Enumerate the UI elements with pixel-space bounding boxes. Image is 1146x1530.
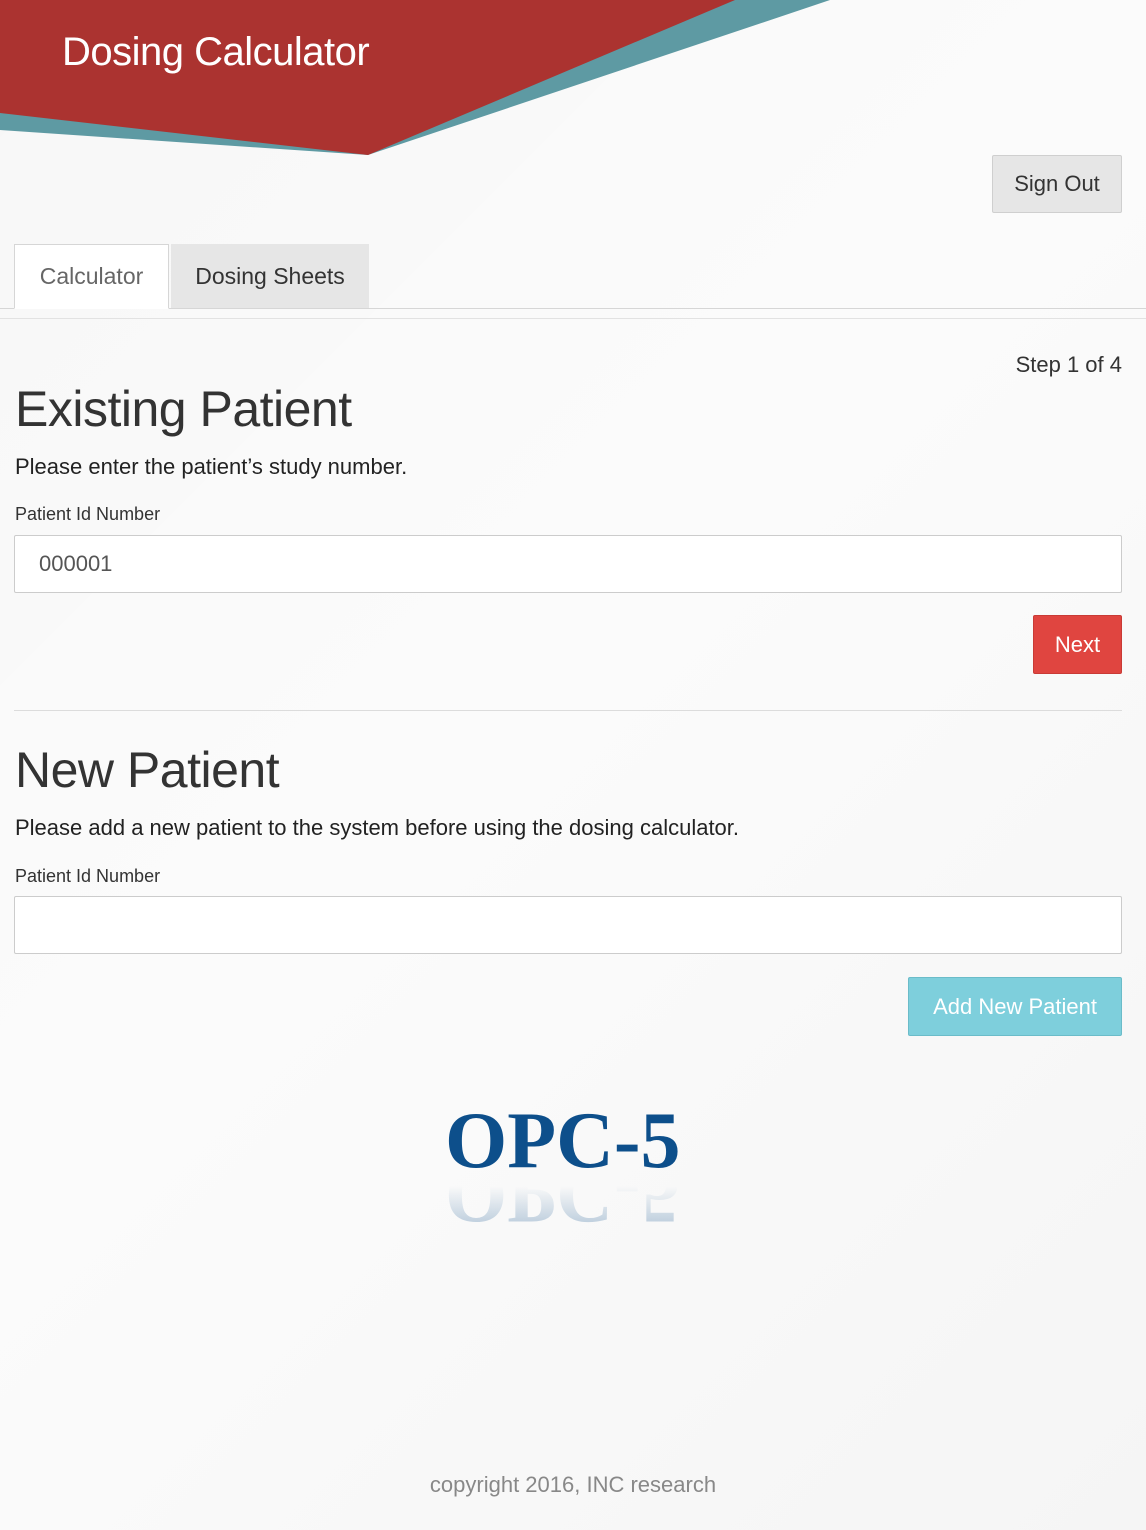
- existing-patient-id-input[interactable]: [14, 535, 1122, 593]
- app-title: Dosing Calculator: [62, 30, 370, 74]
- logo-reflection: OPC-5: [445, 1151, 681, 1230]
- new-patient-heading: New Patient: [15, 742, 280, 798]
- section-divider: [14, 710, 1122, 711]
- existing-patient-id-label: Patient Id Number: [15, 504, 161, 524]
- tab-bar: Calculator Dosing Sheets: [0, 244, 1146, 320]
- copyright-footer: copyright 2016, INC research: [429, 1472, 717, 1497]
- existing-patient-heading: Existing Patient: [15, 381, 352, 437]
- new-patient-id-input[interactable]: [14, 896, 1122, 954]
- new-patient-instruction: Please add a new patient to the system b…: [15, 815, 740, 840]
- tab-content-border: [0, 318, 1146, 319]
- sign-out-button[interactable]: Sign Out: [992, 155, 1122, 213]
- tab-label: Calculator: [39, 263, 144, 289]
- opc5-logo: OPC-5 OPC-5: [445, 1097, 681, 1230]
- new-patient-id-label: Patient Id Number: [15, 866, 161, 886]
- next-button[interactable]: Next: [1033, 615, 1122, 674]
- header-banner: [0, 0, 830, 155]
- step-indicator: Step 1 of 4: [1015, 352, 1122, 377]
- tab-calculator[interactable]: Calculator: [14, 244, 169, 309]
- existing-patient-instruction: Please enter the patient’s study number.: [15, 454, 408, 479]
- add-new-patient-button[interactable]: Add New Patient: [908, 977, 1122, 1036]
- tab-dosing-sheets[interactable]: Dosing Sheets: [171, 244, 369, 308]
- tab-bar-border: [0, 308, 1146, 309]
- tab-label: Dosing Sheets: [195, 262, 345, 289]
